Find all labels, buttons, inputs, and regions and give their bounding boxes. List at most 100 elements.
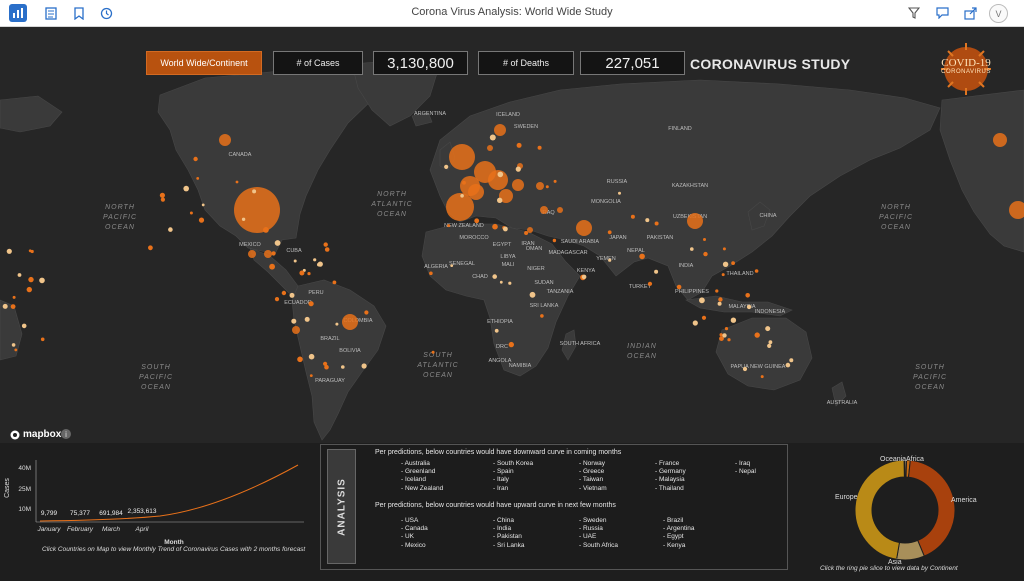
case-dot[interactable] (308, 353, 315, 360)
case-dot[interactable] (746, 304, 752, 310)
case-dot[interactable] (313, 258, 317, 262)
case-dot[interactable] (474, 218, 480, 224)
case-dot[interactable] (269, 263, 275, 270)
case-dot[interactable] (30, 249, 34, 254)
case-dot[interactable] (647, 281, 653, 286)
case-dot[interactable] (508, 281, 512, 285)
case-dot[interactable] (308, 301, 314, 307)
case-dot[interactable] (193, 156, 198, 162)
case-dot[interactable] (444, 164, 449, 169)
case-dot[interactable] (297, 356, 303, 363)
case-dot[interactable] (581, 274, 587, 280)
case-dot[interactable] (26, 286, 32, 293)
case-dot[interactable] (274, 297, 280, 302)
case-dot[interactable] (492, 223, 498, 230)
case-dot[interactable] (431, 350, 435, 354)
case-dot[interactable] (289, 292, 295, 298)
case-dot[interactable] (497, 197, 503, 203)
case-dot[interactable] (722, 261, 729, 267)
case-dot[interactable] (198, 217, 205, 223)
case-dot[interactable] (654, 269, 659, 274)
case-dot[interactable] (537, 145, 542, 150)
case-dot[interactable] (754, 269, 759, 273)
case-dot[interactable] (291, 318, 297, 324)
case-dot[interactable] (462, 180, 466, 185)
case-dot[interactable] (722, 333, 727, 338)
case-dot[interactable] (690, 247, 694, 251)
history-icon[interactable] (97, 4, 115, 22)
case-dot[interactable] (341, 365, 345, 369)
deaths-label[interactable]: # of Deaths (478, 51, 574, 75)
case-dot[interactable] (715, 289, 719, 293)
case-bubble[interactable] (234, 187, 280, 233)
case-dot[interactable] (730, 317, 737, 323)
case-dot[interactable] (281, 290, 287, 296)
mapbox-logo[interactable]: mapbox (10, 429, 61, 440)
case-bubble[interactable] (487, 145, 493, 151)
case-dot[interactable] (676, 284, 682, 290)
case-bubble[interactable] (219, 134, 231, 146)
case-dot[interactable] (317, 261, 323, 267)
comment-icon[interactable] (933, 4, 951, 22)
case-dot[interactable] (323, 242, 328, 247)
case-dot[interactable] (299, 270, 305, 276)
case-dot[interactable] (307, 272, 311, 276)
case-dot[interactable] (630, 214, 635, 219)
case-dot[interactable] (196, 177, 200, 180)
case-bubble[interactable] (446, 193, 474, 221)
case-dot[interactable] (645, 218, 650, 223)
case-dot[interactable] (745, 293, 750, 298)
case-dot[interactable] (492, 274, 498, 279)
case-dot[interactable] (722, 247, 726, 251)
case-dot[interactable] (553, 179, 557, 183)
case-dot[interactable] (335, 322, 339, 326)
case-dot[interactable] (324, 247, 330, 252)
case-dot[interactable] (742, 366, 748, 372)
case-dot[interactable] (361, 363, 367, 369)
cases-label[interactable]: # of Cases (273, 51, 363, 75)
case-dot[interactable] (10, 304, 16, 309)
case-dot[interactable] (692, 320, 698, 326)
case-dot[interactable] (2, 303, 8, 309)
case-dot[interactable] (516, 142, 522, 148)
map-canvas[interactable]: NORTH PACIFIC OCEAN NORTH ATLANTIC OCEAN NOR… (0, 27, 1024, 443)
case-dot[interactable] (21, 323, 27, 329)
case-dot[interactable] (608, 258, 612, 262)
case-bubble[interactable] (292, 326, 300, 334)
case-dot[interactable] (607, 230, 612, 235)
case-dot[interactable] (39, 277, 45, 284)
dashboard-icon[interactable] (9, 4, 27, 22)
case-dot[interactable] (159, 192, 165, 198)
case-dot[interactable] (241, 217, 246, 221)
case-dot[interactable] (654, 221, 659, 226)
case-dot[interactable] (332, 280, 337, 285)
slice-europe[interactable] (854, 459, 905, 560)
case-dot[interactable] (701, 315, 707, 320)
case-dot[interactable] (309, 374, 313, 377)
case-bubble[interactable] (557, 207, 563, 213)
case-dot[interactable] (499, 280, 503, 284)
case-bubble[interactable] (342, 314, 358, 330)
case-dot[interactable] (6, 248, 12, 254)
case-dot[interactable] (148, 245, 153, 251)
case-dot[interactable] (429, 271, 433, 276)
world-map[interactable]: NORTH PACIFIC OCEAN NORTH ATLANTIC OCEAN NOR… (0, 27, 1024, 443)
case-bubble[interactable] (540, 206, 548, 214)
case-dot[interactable] (160, 197, 165, 202)
world-continent-button[interactable]: World Wide/Continent (146, 51, 262, 75)
case-dot[interactable] (304, 316, 310, 322)
case-dot[interactable] (28, 276, 34, 283)
case-dot[interactable] (731, 261, 735, 265)
case-dot[interactable] (754, 332, 760, 338)
continent-donut[interactable] (850, 455, 960, 565)
case-dot[interactable] (785, 362, 791, 368)
case-dot[interactable] (40, 337, 45, 342)
case-dot[interactable] (760, 375, 764, 379)
case-dot[interactable] (494, 328, 499, 333)
case-dot[interactable] (524, 231, 529, 235)
case-dot[interactable] (508, 341, 514, 348)
case-dot[interactable] (724, 327, 729, 331)
case-bubble[interactable] (248, 250, 256, 258)
case-dot[interactable] (639, 253, 645, 260)
case-dot[interactable] (11, 343, 16, 347)
